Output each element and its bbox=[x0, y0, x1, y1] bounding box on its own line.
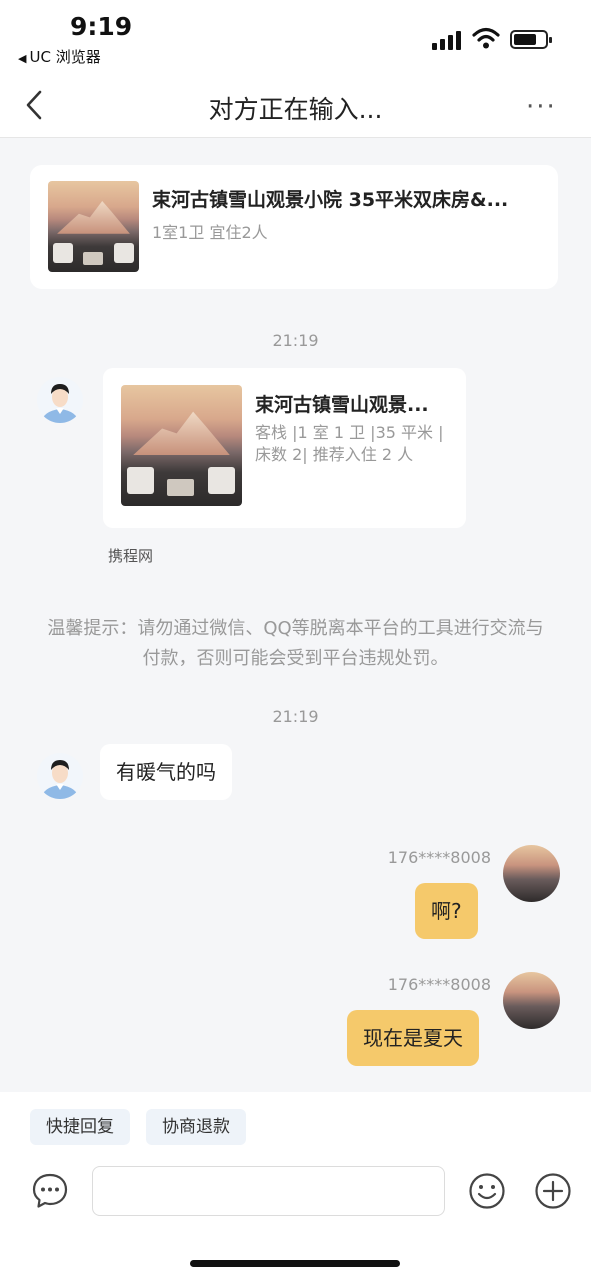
shared-listing-title: 束河古镇雪山观景... bbox=[255, 394, 429, 416]
message-timestamp: 21:19 bbox=[272, 707, 319, 726]
user-avatar[interactable] bbox=[503, 972, 560, 1029]
back-triangle-icon: ◀ bbox=[18, 52, 27, 65]
shared-listing-card[interactable]: 束河古镇雪山观景... 客栈 |1 室 1 卫 |35 平米 | 床数 2| 推… bbox=[103, 368, 466, 528]
add-attachment-icon[interactable] bbox=[534, 1172, 572, 1210]
status-bar: 9:19 ◀ UC 浏览器 bbox=[0, 0, 591, 70]
chat-header: 对方正在输入... ··· bbox=[0, 70, 591, 138]
listing-subtitle: 1室1卫 宜住2人 bbox=[152, 223, 268, 242]
host-avatar[interactable] bbox=[37, 753, 83, 799]
battery-icon bbox=[510, 30, 552, 49]
home-indicator bbox=[190, 1260, 400, 1267]
shared-listing-source: 携程网 bbox=[108, 547, 154, 565]
outgoing-message-bubble: 现在是夏天 bbox=[347, 1010, 479, 1066]
quick-reply-button[interactable]: 快捷回复 bbox=[30, 1109, 130, 1145]
message-timestamp: 21:19 bbox=[272, 331, 319, 350]
negotiate-refund-button[interactable]: 协商退款 bbox=[146, 1109, 246, 1145]
person-avatar-icon bbox=[41, 760, 79, 799]
person-avatar-icon bbox=[41, 384, 79, 423]
platform-notice: 温馨提示：请勿通过微信、QQ等脱离本平台的工具进行交流与付款，否则可能会受到平台… bbox=[47, 618, 544, 669]
listing-thumbnail bbox=[48, 181, 139, 272]
chat-bubble-icon[interactable] bbox=[31, 1172, 69, 1210]
emoji-icon[interactable] bbox=[468, 1172, 506, 1210]
sender-phone: 176****8008 bbox=[387, 975, 491, 994]
user-avatar[interactable] bbox=[503, 845, 560, 902]
listing-title: 束河古镇雪山观景小院 35平米双床房&... bbox=[152, 189, 509, 211]
shared-listing-thumbnail bbox=[121, 385, 242, 506]
input-toolbar: 快捷回复 协商退款 bbox=[0, 1092, 591, 1280]
wifi-icon bbox=[472, 27, 500, 49]
listing-card[interactable]: 束河古镇雪山观景小院 35平米双床房&... 1室1卫 宜住2人 bbox=[30, 165, 558, 289]
outgoing-message-bubble: 啊? bbox=[415, 883, 478, 939]
back-to-app-link[interactable]: ◀ UC 浏览器 bbox=[18, 46, 101, 67]
status-time: 9:19 bbox=[70, 12, 133, 41]
message-input[interactable] bbox=[92, 1166, 445, 1216]
host-avatar[interactable] bbox=[37, 377, 83, 423]
incoming-message-bubble: 有暖气的吗 bbox=[100, 744, 232, 800]
back-app-label: UC 浏览器 bbox=[29, 48, 101, 66]
shared-listing-description: 客栈 |1 室 1 卫 |35 平米 | 床数 2| 推荐入住 2 人 bbox=[255, 423, 444, 464]
page-title: 对方正在输入... bbox=[208, 95, 383, 124]
sender-phone: 176****8008 bbox=[387, 848, 491, 867]
more-options-icon[interactable]: ··· bbox=[526, 92, 557, 122]
cellular-signal-icon bbox=[432, 30, 464, 50]
